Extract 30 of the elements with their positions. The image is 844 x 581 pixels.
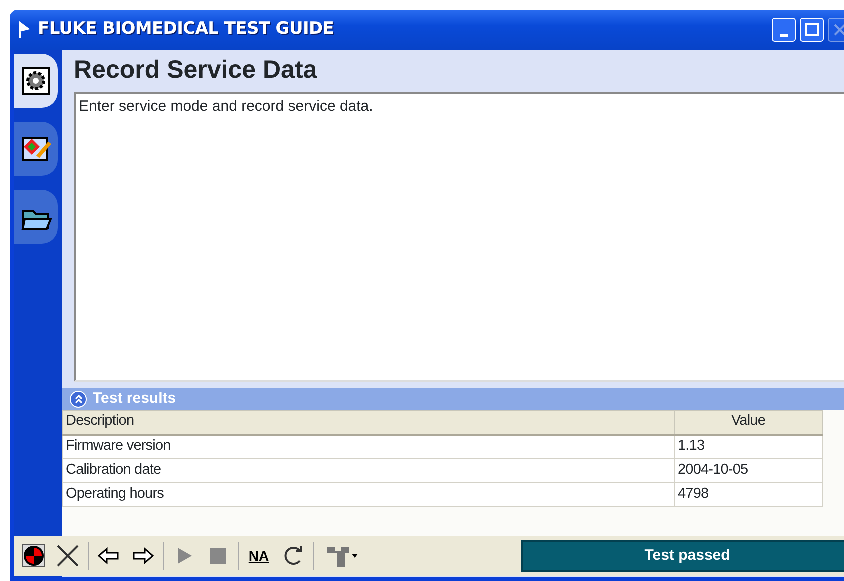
table-cell: 4798 <box>674 482 822 506</box>
maximize-icon <box>804 22 820 38</box>
cross-icon <box>55 543 81 569</box>
minimize-icon <box>780 34 788 36</box>
results-title: Test results <box>93 388 176 409</box>
target-icon <box>21 543 47 569</box>
table-cell: Firmware version <box>62 434 674 458</box>
collapse-button[interactable] <box>70 390 87 408</box>
table-cell: Operating hours <box>62 482 674 506</box>
description-column-header[interactable]: Description <box>62 410 674 434</box>
close-icon <box>832 22 844 38</box>
page-heading: Record Service Data <box>73 55 318 86</box>
side-tab[interactable] <box>14 122 58 176</box>
table-cell: 2004-10-05 <box>674 458 822 482</box>
table-cell: 1.13 <box>674 434 822 458</box>
na-button[interactable]: NA <box>245 542 273 570</box>
side-tab[interactable] <box>14 54 58 108</box>
minimize-button[interactable] <box>772 18 796 42</box>
window-title: FLUKE BIOMEDICAL TEST GUIDE <box>38 18 334 42</box>
side-tab[interactable] <box>14 190 58 244</box>
target-button[interactable] <box>20 542 48 570</box>
instructions-text: Enter service mode and record service data. <box>74 92 844 382</box>
maximize-button[interactable] <box>800 18 824 42</box>
gear-icon <box>20 65 52 97</box>
table-cell: Calibration date <box>62 458 674 482</box>
flag-icon <box>18 21 30 39</box>
status-banner: Test passed <box>521 540 844 572</box>
value-column-header[interactable]: Value <box>674 410 822 434</box>
caret-icon <box>351 553 359 559</box>
chevron-icon <box>74 394 84 404</box>
